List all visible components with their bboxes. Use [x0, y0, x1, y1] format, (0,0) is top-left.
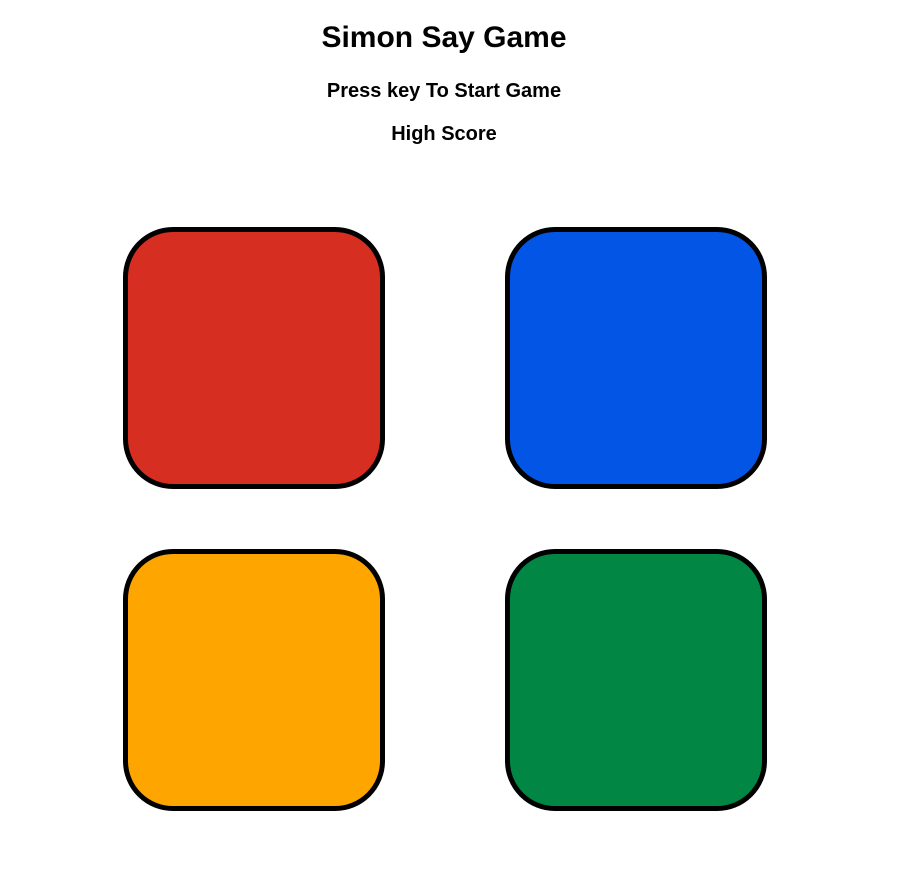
high-score-label: High Score: [391, 123, 497, 145]
green-button[interactable]: [505, 549, 767, 811]
yellow-button[interactable]: [123, 549, 385, 811]
game-status: Press key To Start Game: [326, 80, 562, 102]
game-title: Simon Say Game: [321, 21, 567, 54]
red-button[interactable]: [123, 227, 385, 489]
blue-button[interactable]: [505, 227, 767, 489]
